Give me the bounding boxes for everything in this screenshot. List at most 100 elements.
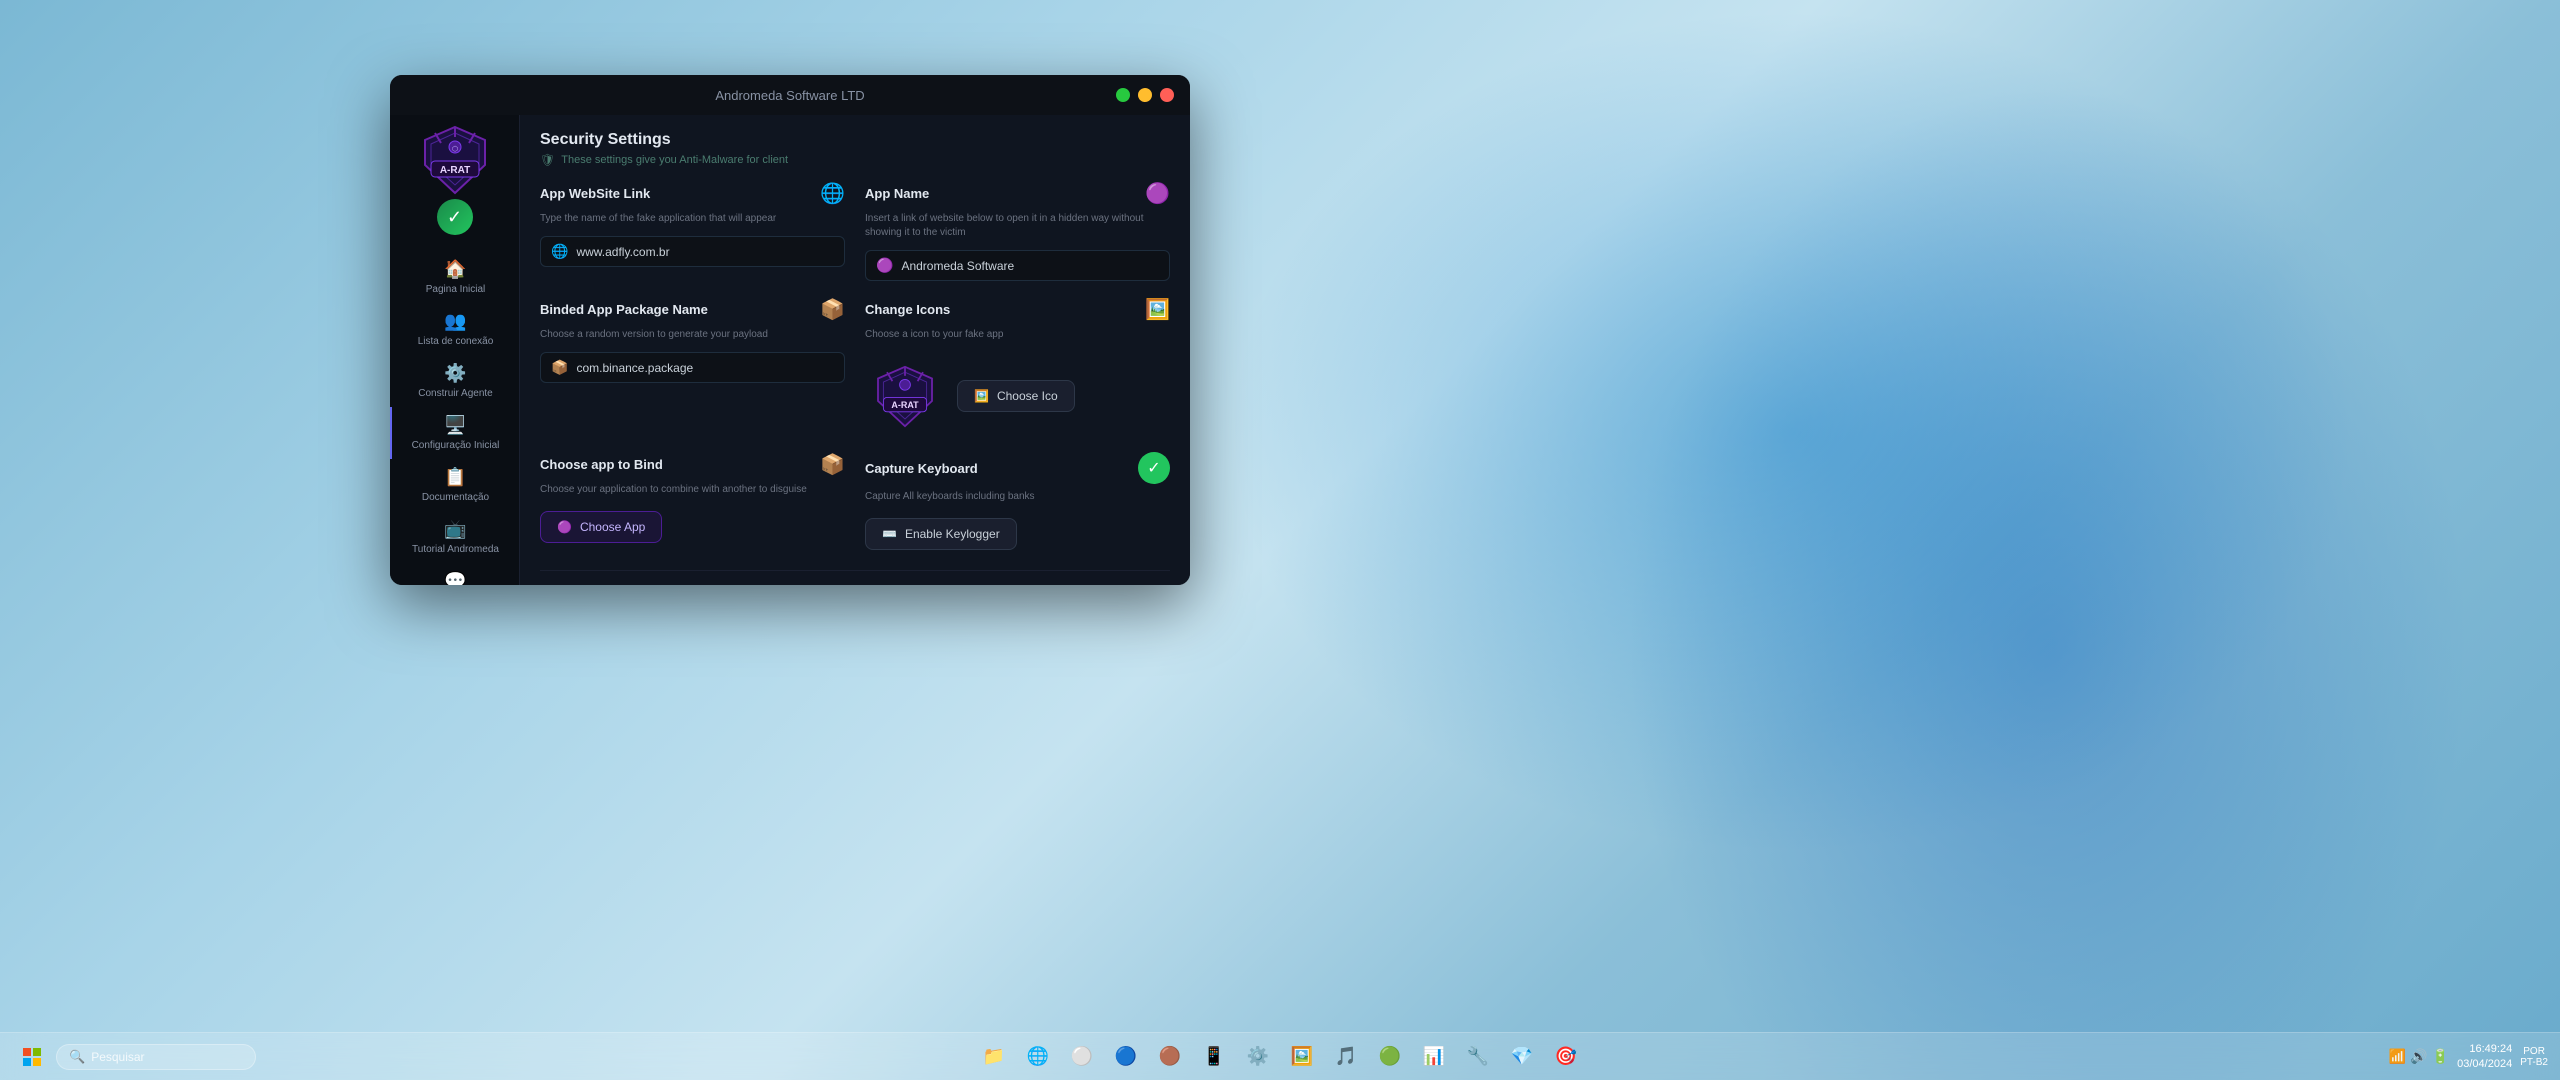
locale-info: POR PT-B2 — [2520, 1046, 2548, 1068]
sidebar-item-home[interactable]: 🏠 Pagina Inicial — [390, 251, 519, 303]
config-icon: 🖥️ — [444, 415, 466, 436]
globe-icon: 🌐 — [820, 181, 845, 206]
choose-app-desc: Choose your application to combine with … — [540, 483, 845, 497]
volume-icon[interactable]: 🔊 — [2410, 1048, 2427, 1065]
desktop-background — [0, 0, 2560, 1080]
taskbar-app1[interactable]: 🔵 — [1106, 1037, 1146, 1077]
svg-text:A-RAT: A-RAT — [439, 165, 469, 176]
choose-app-label: Choose app to Bind — [540, 457, 663, 472]
clock-date: 03/04/2024 — [2457, 1057, 2512, 1071]
taskbar-photos[interactable]: 🖼️ — [1282, 1037, 1322, 1077]
app-name-input[interactable] — [901, 259, 1159, 273]
window-title: Andromeda Software LTD — [715, 88, 864, 103]
sidebar-label-config: Configuração Inicial — [412, 440, 500, 451]
taskbar-chrome[interactable]: ⚪ — [1062, 1037, 1102, 1077]
security-settings-title: Security Settings — [540, 131, 1170, 149]
sidebar-item-docs[interactable]: 📋 Documentação — [390, 459, 519, 511]
search-placeholder: Pesquisar — [91, 1050, 144, 1064]
binded-package-label: Binded App Package Name — [540, 302, 708, 317]
svg-text:A-RAT: A-RAT — [891, 400, 919, 410]
app-website-link-group: App WebSite Link 🌐 Type the name of the … — [540, 181, 845, 281]
taskbar-music[interactable]: 🎵 — [1326, 1037, 1366, 1077]
image-icon: 🖼️ — [1145, 297, 1170, 322]
app-name-input-wrap: 🟣 — [865, 250, 1170, 281]
image-btn-icon: 🖼️ — [974, 389, 989, 403]
build-icon: ⚙️ — [444, 363, 466, 384]
sidebar-item-build[interactable]: ⚙️ Construir Agente — [390, 355, 519, 407]
logo-area: A-RAT ⬡ ✓ — [415, 125, 495, 243]
binded-package-input[interactable] — [576, 361, 834, 375]
taskbar-search[interactable]: 🔍 Pesquisar — [56, 1044, 256, 1070]
capture-keyboard-desc: Capture All keyboards including banks — [865, 490, 1170, 504]
sidebar-item-community[interactable]: 💬 Comunidade — [390, 563, 519, 585]
binded-package-desc: Choose a random version to generate your… — [540, 328, 845, 342]
maximize-button[interactable] — [1116, 88, 1130, 102]
taskbar-settings[interactable]: ⚙️ — [1238, 1037, 1278, 1077]
change-icons-group: Change Icons 🖼️ Choose a icon to your fa… — [865, 297, 1170, 436]
security-settings-subtitle: These settings give you Anti-Malware for… — [540, 153, 1170, 167]
choose-ico-button[interactable]: 🖼️ Choose Ico — [957, 380, 1075, 412]
sidebar-label-tutorial: Tutorial Andromeda — [412, 544, 499, 555]
binded-package-input-wrap: 📦 — [540, 352, 845, 383]
icon-preview: A-RAT — [865, 356, 945, 436]
app-website-label: App WebSite Link — [540, 186, 650, 201]
sidebar-item-config[interactable]: 🖥️ Configuração Inicial — [390, 407, 519, 459]
change-icons-area: A-RAT 🖼️ Choose Ico — [865, 356, 1170, 436]
network-icon[interactable]: 📶 — [2389, 1048, 2406, 1065]
taskbar-more3[interactable]: 🔧 — [1458, 1037, 1498, 1077]
sidebar-item-tutorial[interactable]: 📺 Tutorial Andromeda — [390, 511, 519, 563]
start-button[interactable] — [12, 1037, 52, 1077]
app-website-desc: Type the name of the fake application th… — [540, 212, 845, 226]
taskbar-more2[interactable]: 📊 — [1414, 1037, 1454, 1077]
binded-package-header: Binded App Package Name 📦 — [540, 297, 845, 322]
minimize-button[interactable] — [1138, 88, 1152, 102]
capture-keyboard-group: Capture Keyboard ✓ Capture All keyboards… — [865, 452, 1170, 550]
taskbar-edge[interactable]: 🌐 — [1018, 1037, 1058, 1077]
choose-app-bind-group: Choose app to Bind 📦 Choose your applica… — [540, 452, 845, 550]
app-name-group: App Name 🟣 Insert a link of website belo… — [865, 181, 1170, 281]
divider-1 — [540, 570, 1170, 571]
choose-app-icon: 📦 — [820, 452, 845, 477]
sidebar-item-connections[interactable]: 👥 Lista de conexão — [390, 303, 519, 355]
choose-app-button[interactable]: 🟣 Choose App — [540, 511, 662, 543]
logo-image: A-RAT ⬡ — [415, 125, 495, 195]
taskbar-center: 📁 🌐 ⚪ 🔵 🟤 📱 ⚙️ 🖼️ 🎵 🟢 📊 🔧 💎 🎯 — [974, 1037, 1586, 1077]
choose-app-btn-icon: 🟣 — [557, 520, 572, 534]
sidebar-label-connections: Lista de conexão — [418, 336, 494, 347]
app-name-label: App Name — [865, 186, 929, 201]
taskbar-right: 📶 🔊 🔋 16:49:24 03/04/2024 POR PT-B2 — [2389, 1042, 2548, 1071]
change-icons-label: Change Icons — [865, 302, 950, 317]
close-button[interactable] — [1160, 88, 1174, 102]
enable-keylogger-button[interactable]: ⌨️ Enable Keylogger — [865, 518, 1017, 550]
svg-text:⬡: ⬡ — [451, 145, 457, 153]
taskbar: 🔍 Pesquisar 📁 🌐 ⚪ 🔵 🟤 📱 ⚙️ 🖼️ 🎵 🟢 📊 🔧 💎 … — [0, 1032, 2560, 1080]
sidebar: A-RAT ⬡ ✓ 🏠 Pagina Inicial 👥 — [390, 115, 520, 585]
capture-keyboard-label: Capture Keyboard — [865, 461, 978, 476]
app-website-input[interactable] — [576, 245, 834, 259]
taskbar-app3[interactable]: 📱 — [1194, 1037, 1234, 1077]
app-website-header: App WebSite Link 🌐 — [540, 181, 845, 206]
window-controls — [1116, 88, 1174, 102]
keylogger-btn-label: Enable Keylogger — [905, 527, 1000, 541]
title-bar: Andromeda Software LTD — [390, 75, 1190, 115]
tutorial-icon: 📺 — [444, 519, 466, 540]
app-website-input-wrap: 🌐 — [540, 236, 845, 267]
choose-ico-label: Choose Ico — [997, 389, 1058, 403]
capture-keyboard-toggle[interactable]: ✓ — [1138, 452, 1170, 484]
taskbar-left: 🔍 Pesquisar — [12, 1037, 256, 1077]
change-icons-header: Change Icons 🖼️ — [865, 297, 1170, 322]
taskbar-file-explorer[interactable]: 📁 — [974, 1037, 1014, 1077]
taskbar-more5[interactable]: 🎯 — [1546, 1037, 1586, 1077]
system-tray: 📶 🔊 🔋 — [2389, 1048, 2449, 1065]
app-name-input-icon: 🟣 — [876, 257, 893, 274]
keylogger-icon: ⌨️ — [882, 527, 897, 541]
security-settings-header: Security Settings These settings give yo… — [540, 131, 1170, 167]
taskbar-app2[interactable]: 🟤 — [1150, 1037, 1190, 1077]
system-clock[interactable]: 16:49:24 03/04/2024 — [2457, 1042, 2512, 1071]
taskbar-more1[interactable]: 🟢 — [1370, 1037, 1410, 1077]
battery-icon[interactable]: 🔋 — [2432, 1048, 2449, 1065]
clock-time: 16:49:24 — [2457, 1042, 2512, 1056]
capture-keyboard-header: Capture Keyboard ✓ — [865, 452, 1170, 484]
taskbar-more4[interactable]: 💎 — [1502, 1037, 1542, 1077]
app-name-desc: Insert a link of website below to open i… — [865, 212, 1170, 240]
